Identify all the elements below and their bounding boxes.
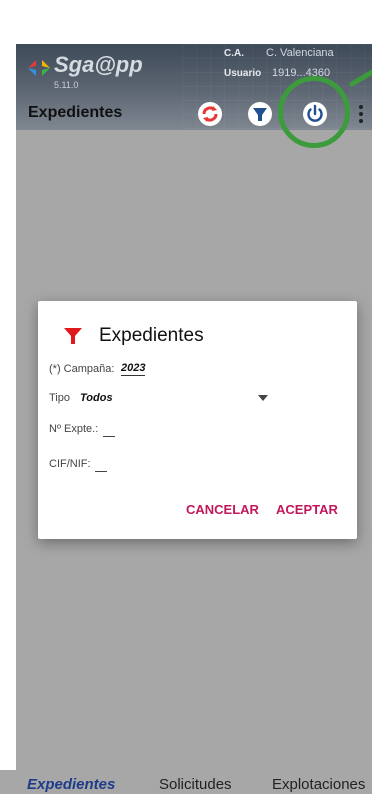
chevron-down-icon[interactable] (258, 395, 268, 401)
cif-input[interactable] (95, 459, 107, 472)
sync-icon[interactable] (196, 100, 224, 128)
filter-icon (64, 328, 82, 344)
filter-icon[interactable] (246, 100, 274, 128)
nav-tab-explotaciones[interactable]: Explotaciones (272, 776, 365, 793)
region-value: C. Valenciana (266, 47, 334, 59)
type-label: Tipo (49, 392, 70, 404)
type-select[interactable]: Todos (80, 392, 113, 404)
cancel-button[interactable]: CANCELAR (186, 502, 259, 517)
cif-label: CIF/NIF: (49, 458, 91, 470)
more-vert-icon[interactable] (358, 103, 364, 125)
campaign-label: (*) Campaña: (49, 363, 115, 375)
expediente-label: Nº Expte.: (49, 423, 99, 435)
user-label: Usuario (224, 68, 262, 79)
region-label: C.A. (224, 48, 244, 59)
highlight-circle-annotation (278, 76, 350, 148)
dialog-title: Expedientes (99, 325, 204, 346)
nav-tab-solicitudes[interactable]: Solicitudes (159, 776, 232, 793)
app-name: Sga@pp (54, 52, 143, 77)
nav-tab-expedientes[interactable]: Expedientes (27, 776, 115, 793)
highlight-arrow-annotation (349, 69, 372, 87)
page-title: Expedientes (28, 104, 123, 121)
bottom-navigation: Expedientes Solicitudes Explotaciones (0, 770, 372, 794)
expediente-input[interactable] (103, 424, 115, 437)
campaign-input[interactable]: 2023 (121, 362, 146, 376)
app-version: 5.11.0 (54, 80, 79, 90)
accept-button[interactable]: ACEPTAR (276, 502, 338, 517)
filter-dialog: Expedientes (*) Campaña: 2023 Tipo Todos… (38, 301, 357, 539)
app-logo-icon (28, 60, 50, 76)
